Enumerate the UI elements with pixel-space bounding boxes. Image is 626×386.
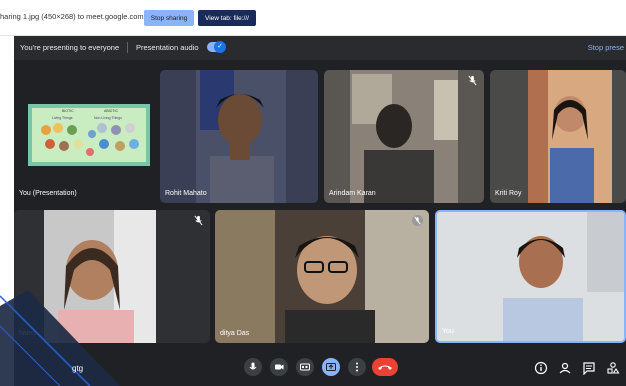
stop-presenting-button[interactable]: Stop prese: [588, 43, 624, 52]
screen-share-bar: haring 1.jpg (450×268) to meet.google.co…: [0, 0, 626, 36]
presenting-bar: You're presenting to everyone Presentati…: [14, 36, 626, 60]
participant-name: You (Presentation): [19, 190, 77, 197]
participant-tile[interactable]: Kriti Roy: [490, 70, 626, 203]
share-status-text: haring 1.jpg (450×268) to meet.google.co…: [0, 12, 144, 21]
captions-icon: [300, 363, 310, 371]
leave-call-button[interactable]: [372, 358, 398, 376]
present-screen-icon: [326, 363, 336, 371]
present-button[interactable]: [322, 358, 340, 376]
participant-name: Kriti Roy: [495, 190, 522, 197]
divider: [127, 42, 128, 53]
participant-name: Arindam Karan: [329, 190, 376, 197]
participant-tile[interactable]: Rohit Mahato: [160, 70, 318, 203]
chat-icon[interactable]: [582, 361, 596, 375]
end-call-icon: [378, 365, 392, 370]
view-tab-button[interactable]: View tab: file:///: [198, 10, 256, 26]
activities-icon[interactable]: [606, 361, 620, 375]
participant-name: Rohit Mahato: [165, 190, 207, 197]
participant-video: [215, 210, 429, 343]
participant-name: ditya Das: [220, 330, 250, 337]
participant-name: You: [442, 328, 454, 335]
decorative-stripe: [0, 290, 120, 386]
mic-off-icon: [412, 215, 423, 226]
presentation-audio-toggle[interactable]: ✓: [207, 41, 226, 53]
presenting-text: You're presenting to everyone: [20, 43, 120, 52]
check-icon: ✓: [214, 41, 226, 53]
info-icon[interactable]: [534, 361, 548, 375]
more-vert-icon: [356, 362, 358, 372]
more-options-button[interactable]: [348, 358, 366, 376]
camera-icon: [275, 364, 284, 370]
participant-video: [528, 70, 612, 203]
presentation-slide: BIOTIC ABIOTIC Living Things Non Living …: [28, 104, 150, 166]
participant-tile[interactable]: BIOTIC ABIOTIC Living Things Non Living …: [14, 70, 154, 203]
captions-button[interactable]: [296, 358, 314, 376]
mic-off-icon: [194, 215, 203, 226]
microphone-icon: [249, 362, 257, 370]
participant-video: [196, 70, 286, 203]
participant-tile[interactable]: Arindam Karan: [324, 70, 484, 203]
stop-sharing-button[interactable]: Stop sharing: [144, 10, 194, 26]
participant-tile[interactable]: You: [435, 210, 626, 343]
camera-button[interactable]: [270, 358, 288, 376]
participant-video: [437, 212, 624, 341]
slide-illustrations: [41, 123, 139, 156]
participant-video: [350, 70, 458, 203]
participant-tile[interactable]: ditya Das: [215, 210, 429, 343]
mic-off-icon: [468, 75, 477, 86]
microphone-button[interactable]: [244, 358, 262, 376]
presentation-audio-label: Presentation audio: [136, 43, 199, 52]
meeting-code: gtg: [72, 364, 84, 373]
people-icon[interactable]: [558, 361, 572, 375]
